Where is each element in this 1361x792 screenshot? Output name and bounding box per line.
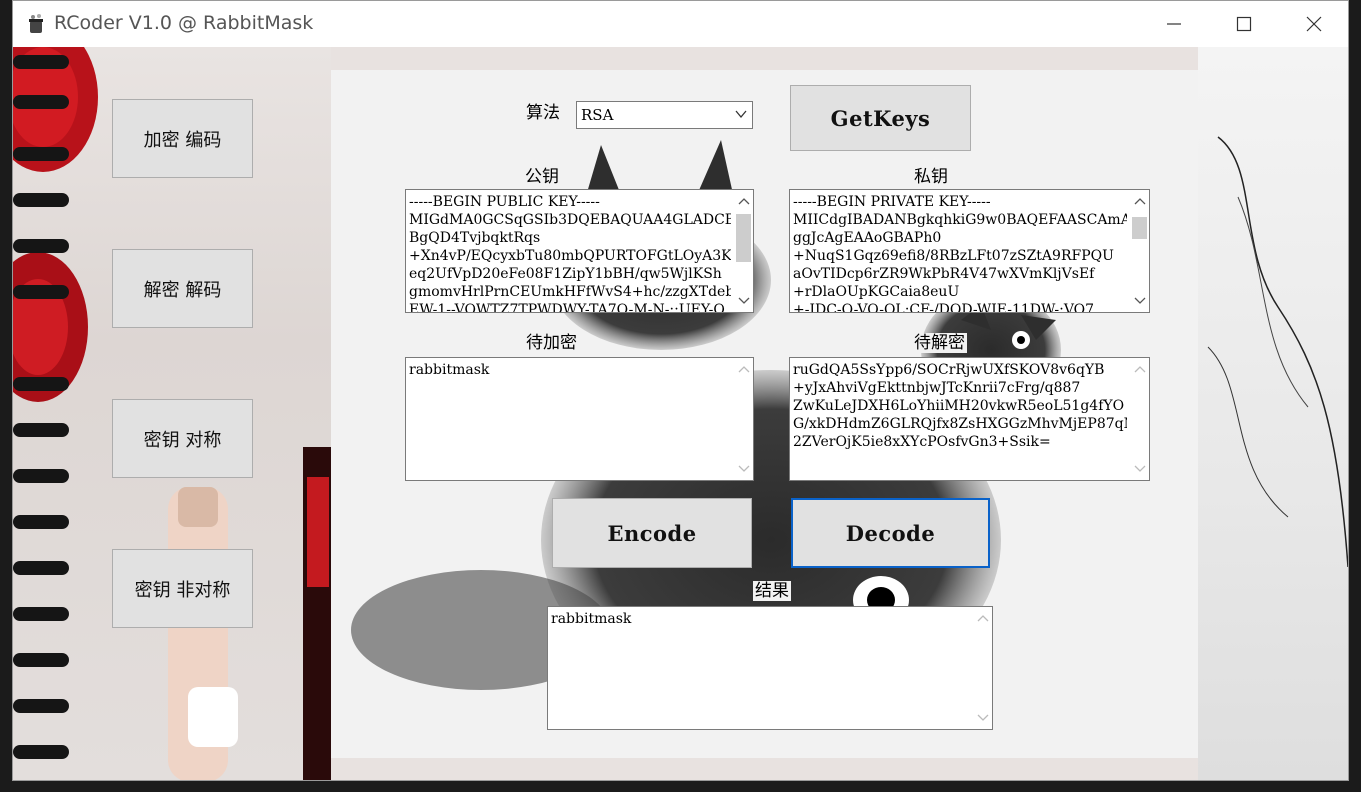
private-key-text: -----BEGIN PRIVATE KEY----- MIICdgIBADAN… (793, 194, 1127, 312)
notebook-spiral (13, 55, 69, 69)
minimize-button[interactable] (1139, 1, 1209, 47)
close-button[interactable] (1279, 1, 1348, 47)
plaintext-textarea[interactable]: rabbitmask (405, 357, 754, 481)
chevron-down-icon (735, 110, 747, 119)
scroll-thumb[interactable] (1132, 217, 1147, 239)
scroll-down-icon[interactable] (1130, 460, 1149, 478)
getkeys-button[interactable]: GetKeys (790, 85, 971, 151)
private-key-label: 私钥 (912, 167, 950, 187)
notebook-spiral (13, 285, 69, 299)
algorithm-select[interactable]: RSA (576, 101, 753, 129)
scroll-up-icon[interactable] (1130, 192, 1149, 210)
background-image-right (1198, 47, 1348, 780)
client-area: 加密 编码 解密 解码 密钥 对称 密钥 非对称 算法 RSA GetKeys … (13, 47, 1348, 780)
notebook-spiral (13, 95, 69, 109)
app-logo-icon (29, 14, 43, 33)
sidebar-item-decrypt-decode[interactable]: 解密 解码 (112, 249, 253, 328)
scroll-up-icon[interactable] (973, 609, 992, 627)
plaintext-label: 待加密 (524, 333, 579, 353)
public-key-label: 公钥 (523, 167, 561, 187)
minimize-icon (1167, 23, 1181, 25)
notebook-spiral (13, 147, 69, 161)
notebook-spiral (13, 377, 69, 391)
notebook-spiral (13, 561, 69, 575)
sidebar-item-symmetric-key[interactable]: 密钥 对称 (112, 399, 253, 478)
notebook-spiral (13, 193, 69, 207)
algorithm-selected-value: RSA (581, 106, 614, 124)
public-key-text: -----BEGIN PUBLIC KEY----- MIGdMA0GCSqGS… (409, 194, 731, 312)
sketch-decoration (1207, 136, 1348, 568)
sidebar-item-encrypt-encode[interactable]: 加密 编码 (112, 99, 253, 178)
title-bar[interactable]: RCoder V1.0 @ RabbitMask (13, 1, 1348, 47)
sidebar-item-asymmetric-key[interactable]: 密钥 非对称 (112, 549, 253, 628)
scroll-thumb[interactable] (736, 214, 751, 262)
scroll-up-icon[interactable] (734, 192, 753, 210)
ciphertext-textarea[interactable]: ruGdQA5SsYpp6/SOCrRjwUXfSKOV8v6qYB +yJxA… (789, 357, 1150, 481)
plaintext-text: rabbitmask (409, 362, 490, 378)
ciphertext-text: ruGdQA5SsYpp6/SOCrRjwUXfSKOV8v6qYB +yJxA… (793, 362, 1127, 450)
plaintext-scrollbar[interactable] (734, 358, 753, 480)
scroll-down-icon[interactable] (1130, 292, 1149, 310)
decode-button[interactable]: Decode (791, 498, 990, 568)
close-icon (1306, 16, 1322, 32)
notebook-spiral (13, 515, 69, 529)
algorithm-label: 算法 (524, 103, 562, 123)
maximize-icon (1236, 16, 1252, 32)
window-title: RCoder V1.0 @ RabbitMask (54, 12, 314, 34)
notebook-spiral (13, 607, 69, 621)
notebook-spiral (13, 239, 69, 253)
ciphertext-scrollbar[interactable] (1130, 358, 1149, 480)
private-key-scrollbar[interactable] (1130, 190, 1149, 312)
maximize-button[interactable] (1209, 1, 1279, 47)
scroll-down-icon[interactable] (734, 460, 753, 478)
notebook-spiral (13, 699, 69, 713)
result-label: 结果 (753, 581, 791, 601)
notebook-spiral (13, 745, 69, 759)
ciphertext-label: 待解密 (912, 333, 967, 353)
asymmetric-panel: 算法 RSA GetKeys 公钥 私钥 -----BEGIN PUBLIC K… (331, 70, 1198, 758)
notebook-spiral (13, 423, 69, 437)
scroll-up-icon[interactable] (1130, 360, 1149, 378)
result-text: rabbitmask (551, 611, 632, 627)
notebook-spiral (13, 469, 69, 483)
app-window: RCoder V1.0 @ RabbitMask 加密 编码 解密 解码 密钥 … (12, 0, 1349, 781)
result-scrollbar[interactable] (973, 607, 992, 729)
public-key-textarea[interactable]: -----BEGIN PUBLIC KEY----- MIGdMA0GCSqGS… (405, 189, 754, 313)
encode-button[interactable]: Encode (552, 498, 752, 568)
scroll-down-icon[interactable] (734, 292, 753, 310)
public-key-scrollbar[interactable] (734, 190, 753, 312)
private-key-textarea[interactable]: -----BEGIN PRIVATE KEY----- MIICdgIBADAN… (789, 189, 1150, 313)
scroll-down-icon[interactable] (973, 709, 992, 727)
result-textarea[interactable]: rabbitmask (547, 606, 993, 730)
scroll-up-icon[interactable] (734, 360, 753, 378)
notebook-spiral (13, 653, 69, 667)
